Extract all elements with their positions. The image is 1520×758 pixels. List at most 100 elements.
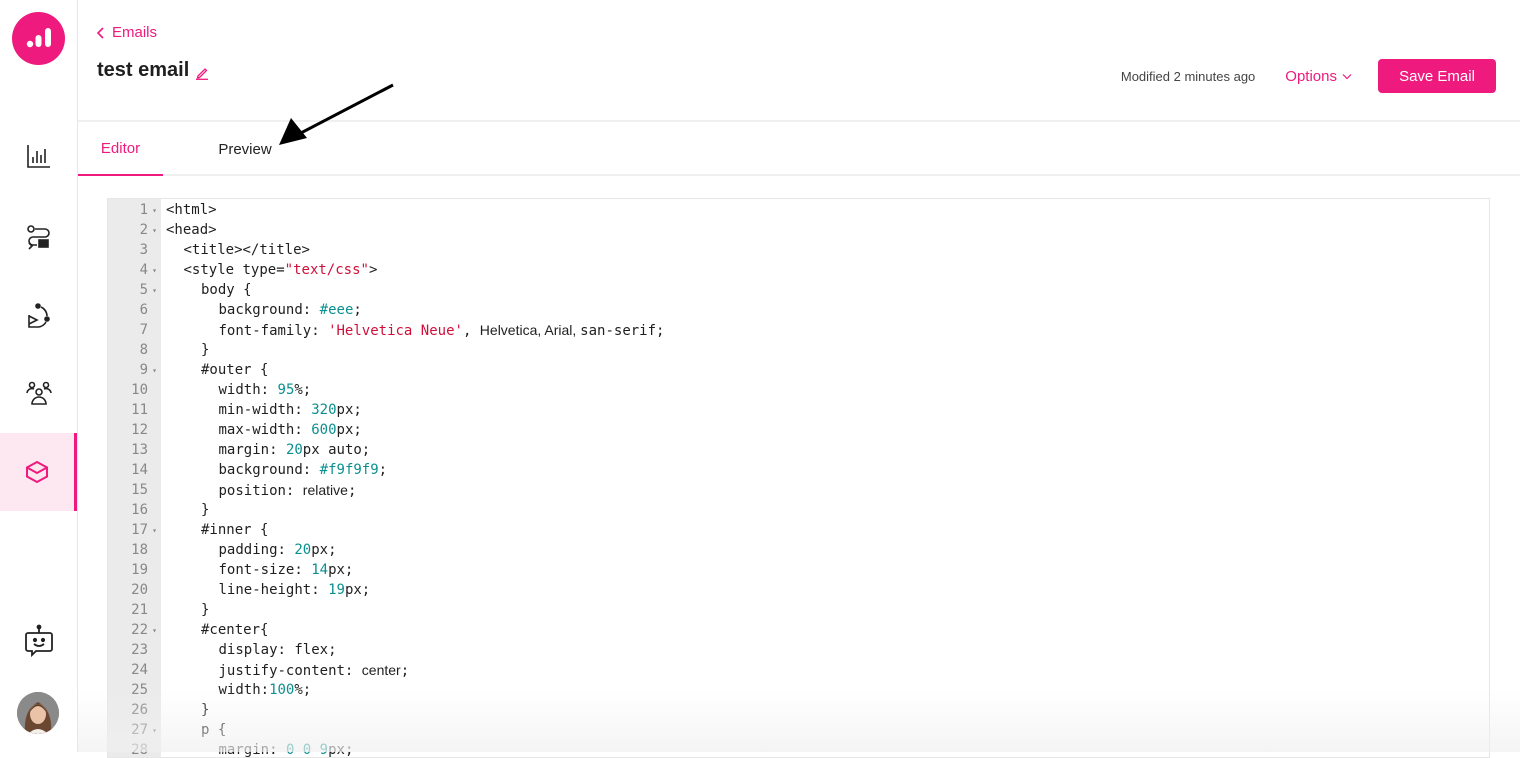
code-text: margin: 0 0 9px; <box>161 742 354 758</box>
code-line[interactable]: 27 ▾ p { <box>108 720 1489 740</box>
line-number: 9 <box>139 362 148 378</box>
code-line[interactable]: 17 ▾ #inner { <box>108 520 1489 540</box>
code-token: p { <box>201 722 227 738</box>
code-line[interactable]: 13 margin: 20px auto; <box>108 440 1489 460</box>
sidebar-item-templates[interactable] <box>0 433 77 511</box>
line-number: 4 <box>139 262 148 278</box>
code-line[interactable]: 12 max-width: 600px; <box>108 420 1489 440</box>
code-token: 100 <box>269 682 295 698</box>
code-text: #inner { <box>161 522 268 538</box>
code-line[interactable]: 28 margin: 0 0 9px; <box>108 740 1489 758</box>
tab-editor[interactable]: Editor <box>78 122 163 176</box>
code-editor[interactable]: 1 ▾ <html> 2 ▾ <head> 3 <title></title> 4 ▾ <style… <box>107 198 1490 758</box>
fold-toggle-icon[interactable]: ▾ <box>148 366 161 375</box>
line-number: 25 <box>131 682 148 698</box>
fold-toggle-icon[interactable]: ▾ <box>148 206 161 215</box>
fold-toggle-icon[interactable]: ▾ <box>148 226 161 235</box>
code-line[interactable]: 18 padding: 20px; <box>108 540 1489 560</box>
fold-toggle-icon[interactable]: ▾ <box>148 726 161 735</box>
code-line[interactable]: 19 font-size: 14px; <box>108 560 1489 580</box>
options-label: Options <box>1285 67 1337 85</box>
code-token: ; <box>353 302 362 318</box>
code-token: background: <box>218 462 320 478</box>
sidebar-item-journeys[interactable] <box>0 277 77 355</box>
code-token: } <box>201 502 210 518</box>
code-token: %; <box>294 682 312 698</box>
code-token: ; <box>400 662 410 679</box>
options-dropdown[interactable]: Options <box>1285 68 1352 85</box>
sidebar-item-analytics[interactable] <box>0 117 77 195</box>
fold-toggle-icon[interactable]: ▾ <box>148 626 161 635</box>
code-line[interactable]: 26} <box>108 700 1489 720</box>
code-token: px; <box>328 742 354 758</box>
box-icon <box>26 460 48 484</box>
fold-toggle-icon[interactable]: ▾ <box>148 526 161 535</box>
code-line[interactable]: 6 background: #eee; <box>108 300 1489 320</box>
code-line[interactable]: 3 <title></title> <box>108 240 1489 260</box>
code-token: ; <box>347 482 357 499</box>
chatbot-button[interactable] <box>0 602 77 680</box>
title-row: test email <box>97 59 209 82</box>
code-token: min-width: <box>218 402 312 418</box>
code-text: #center{ <box>161 622 268 638</box>
line-number: 13 <box>131 442 148 458</box>
code-text: <head> <box>161 222 217 238</box>
code-token: px; <box>336 402 362 418</box>
code-text: padding: 20px; <box>161 542 337 558</box>
code-token: 95 <box>277 382 295 398</box>
code-line[interactable]: 25 width:100%; <box>108 680 1489 700</box>
code-line[interactable]: 23 display: flex; <box>108 640 1489 660</box>
code-line[interactable]: 2 ▾ <head> <box>108 220 1489 240</box>
line-number: 18 <box>131 542 148 558</box>
code-token: 20 <box>285 442 303 458</box>
code-line[interactable]: 14 background: #f9f9f9; <box>108 460 1489 480</box>
line-number: 28 <box>131 742 148 758</box>
code-line[interactable]: 15 position: relative; <box>108 480 1489 500</box>
code-token: san-serif; <box>580 322 665 339</box>
code-line[interactable]: 10 width: 95%; <box>108 380 1489 400</box>
line-number: 21 <box>131 602 148 618</box>
line-number: 12 <box>131 422 148 438</box>
fold-toggle-icon[interactable]: ▾ <box>148 266 161 275</box>
code-line[interactable]: 21} <box>108 600 1489 620</box>
code-line[interactable]: 5 ▾ body { <box>108 280 1489 300</box>
back-to-emails-link[interactable]: Emails <box>96 24 157 41</box>
code-line[interactable]: 9 ▾ #outer { <box>108 360 1489 380</box>
code-token: position: <box>218 482 303 499</box>
line-number: 5 <box>139 282 148 298</box>
line-number: 22 <box>131 622 148 638</box>
code-line[interactable]: 4 ▾ <style type="text/css"> <box>108 260 1489 280</box>
code-line[interactable]: 22 ▾ #center{ <box>108 620 1489 640</box>
code-line[interactable]: 11 min-width: 320px; <box>108 400 1489 420</box>
code-token: #eee <box>319 302 354 318</box>
code-token: line-height: <box>218 582 329 598</box>
code-text: } <box>161 602 209 618</box>
app-logo[interactable] <box>12 12 65 65</box>
code-text: background: #eee; <box>161 302 362 318</box>
chevron-left-icon <box>96 26 104 39</box>
code-text: } <box>161 502 209 518</box>
code-line[interactable]: 24 justify-content: center; <box>108 660 1489 680</box>
code-text: } <box>161 342 209 358</box>
edit-title-button[interactable] <box>195 66 209 80</box>
sidebar-item-audience[interactable] <box>0 354 77 432</box>
user-avatar[interactable] <box>17 692 59 734</box>
code-line[interactable]: 1 ▾ <html> <box>108 200 1489 220</box>
sidebar-item-flows[interactable] <box>0 198 77 276</box>
line-number: 6 <box>139 302 148 318</box>
line-number: 14 <box>131 462 148 478</box>
code-text: width: 95%; <box>161 382 312 398</box>
code-line[interactable]: 8} <box>108 340 1489 360</box>
line-number: 27 <box>131 722 148 738</box>
line-number: 19 <box>131 562 148 578</box>
code-token: padding: <box>218 542 295 558</box>
save-email-button[interactable]: Save Email <box>1378 59 1496 93</box>
code-token: 0 0 9 <box>285 742 329 758</box>
code-token: font-family: <box>218 322 329 339</box>
code-line[interactable]: 16} <box>108 500 1489 520</box>
code-token: 14 <box>311 562 329 578</box>
fold-toggle-icon[interactable]: ▾ <box>148 286 161 295</box>
code-line[interactable]: 20 line-height: 19px; <box>108 580 1489 600</box>
code-token: } <box>201 702 210 718</box>
code-line[interactable]: 7 font-family: 'Helvetica Neue', Helvetic… <box>108 320 1489 340</box>
